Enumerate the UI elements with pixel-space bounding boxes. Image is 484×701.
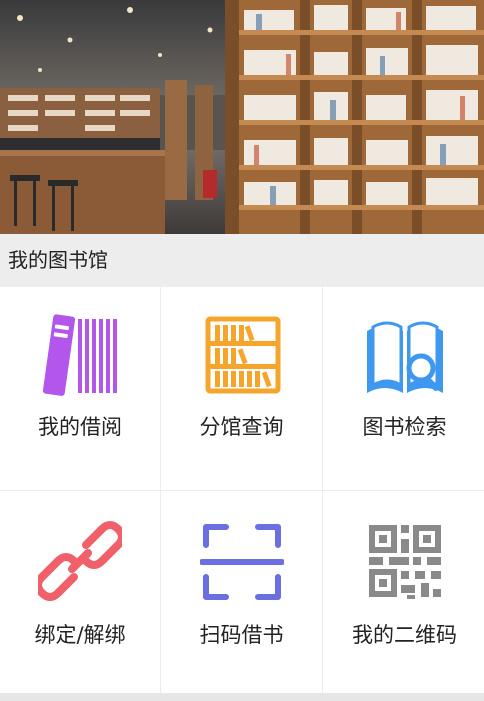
menu-item-my-borrowings[interactable]: 我的借阅	[0, 287, 160, 490]
bottom-divider	[0, 693, 484, 701]
chain-link-icon	[34, 519, 126, 603]
scan-icon	[198, 519, 285, 603]
bookshelf-icon	[200, 313, 284, 397]
menu-item-label: 我的二维码	[352, 623, 457, 647]
section-title: 我的图书馆	[0, 234, 484, 286]
qr-code-icon	[363, 519, 447, 603]
menu-item-label: 扫码借书	[199, 623, 284, 647]
menu-item-book-search[interactable]: 图书检索	[323, 287, 484, 490]
banner-image	[0, 0, 484, 234]
menu-item-branch-query[interactable]: 分馆查询	[161, 287, 322, 490]
menu-item-label: 绑定/解绑	[34, 623, 126, 647]
menu-item-label: 我的借阅	[38, 415, 122, 439]
menu-item-scan-borrow[interactable]: 扫码借书	[161, 491, 322, 694]
menu-grid: 我的借阅 分馆查询 图书检索 绑定/解绑 扫码借书 我的二维码	[0, 287, 484, 694]
menu-item-label: 图书检索	[362, 415, 447, 439]
menu-item-my-qr-code[interactable]: 我的二维码	[323, 491, 484, 694]
books-icon	[38, 313, 122, 397]
book-search-icon	[363, 313, 447, 397]
menu-item-label: 分馆查询	[199, 415, 284, 439]
menu-item-bind-unbind[interactable]: 绑定/解绑	[0, 491, 160, 694]
